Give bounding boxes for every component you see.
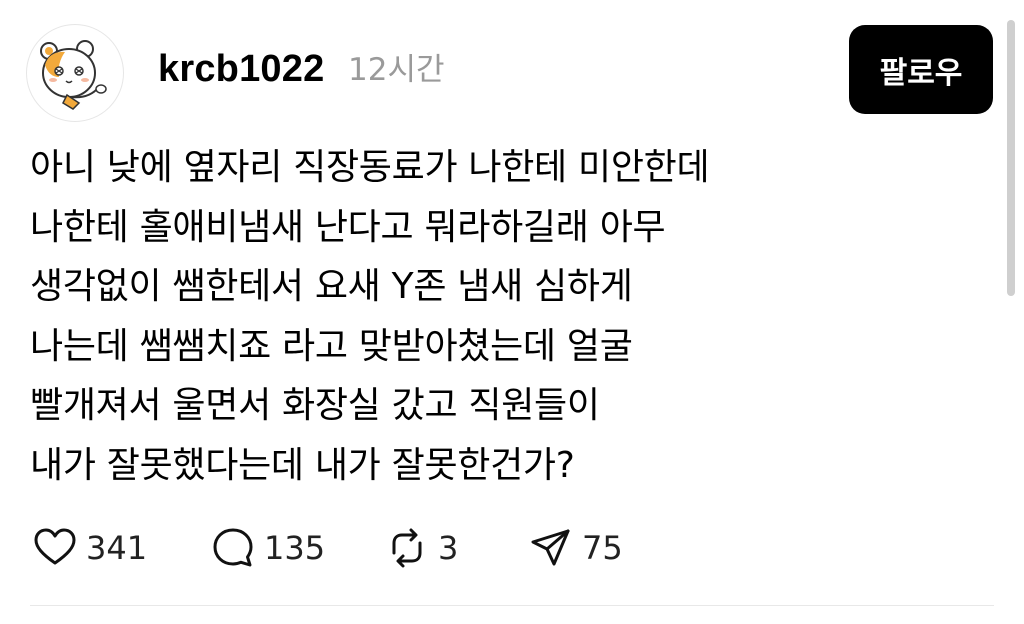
comment-count: 135 (264, 529, 326, 567)
comment-button[interactable]: 135 (210, 520, 325, 576)
heart-icon (32, 525, 78, 571)
share-button[interactable]: 75 (528, 520, 623, 576)
comment-bubble-icon (210, 525, 256, 571)
post-body-line: 빨개져서 울면서 화장실 갔고 직원들이 (30, 385, 600, 426)
send-icon (528, 525, 574, 571)
post-body-line: 나는데 쌤쌤치죠 라고 맞받아쳤는데 얼굴 (30, 325, 633, 367)
like-button[interactable]: 341 (32, 520, 147, 576)
repost-icon (384, 525, 430, 571)
divider (30, 605, 994, 606)
post-card: krcb1022 12시간 팔로우 아니 낮에 옆자리 직장동료가 나한테 미안… (0, 0, 1024, 624)
like-count: 341 (86, 529, 148, 567)
post-timestamp: 12시간 (348, 52, 445, 88)
post-body-line: 생각없이 쌤한테서 요새 Y존 냄새 심하게 (30, 266, 633, 307)
repost-count: 3 (438, 529, 459, 567)
post-body-line: 내가 잘못했다는데 내가 잘못한건가? (30, 444, 575, 486)
repost-button[interactable]: 3 (384, 520, 458, 576)
post-body: 아니 낮에 옆자리 직장동료가 나한테 미안한데 나한테 홀애비냄새 난다고 뭐… (30, 138, 970, 495)
hamster-avatar-icon (40, 40, 107, 110)
avatar[interactable] (26, 24, 124, 122)
username[interactable]: krcb1022 (158, 46, 324, 92)
follow-button[interactable]: 팔로우 (849, 25, 993, 114)
share-count: 75 (582, 529, 623, 567)
post-body-line: 나한테 홀애비냄새 난다고 뭐라하길래 아무 (30, 206, 666, 248)
scrollbar[interactable] (1007, 20, 1015, 296)
post-body-line: 아니 낮에 옆자리 직장동료가 나한테 미안한데 (30, 147, 710, 188)
